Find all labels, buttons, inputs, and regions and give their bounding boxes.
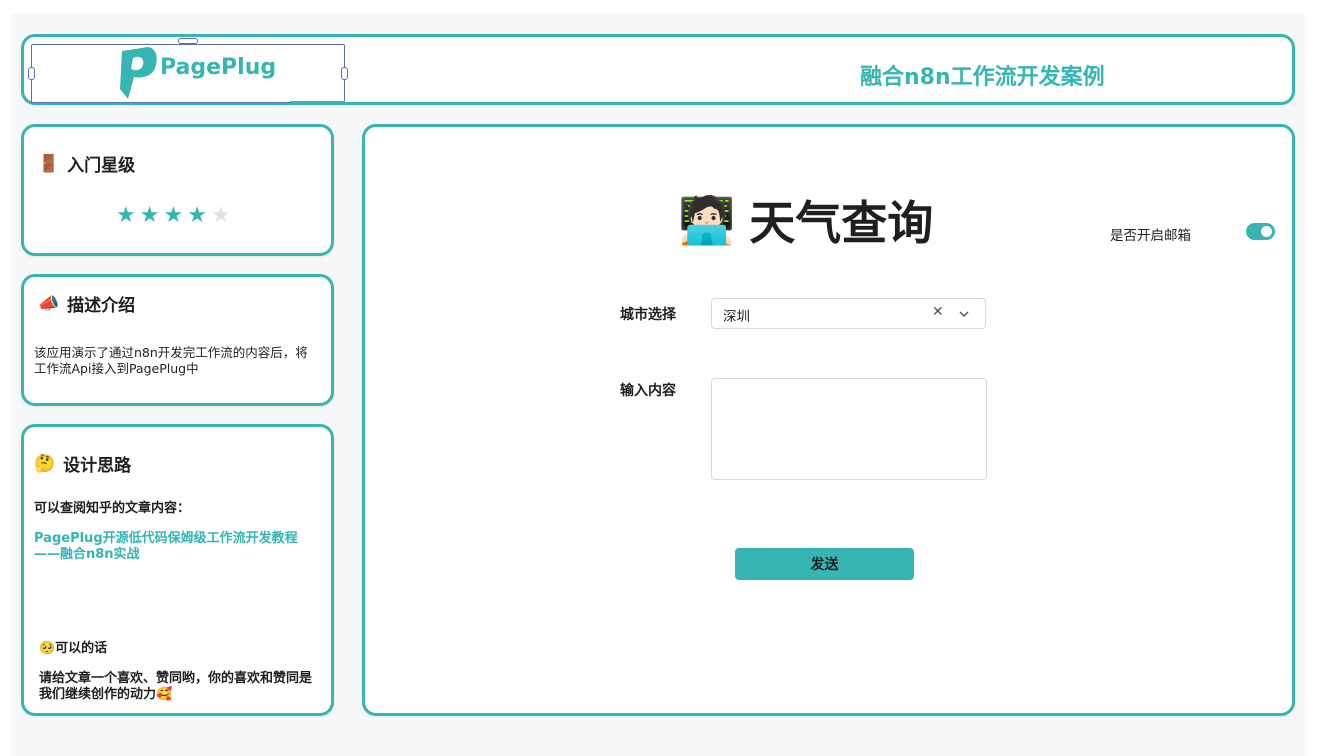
description-card: 📣 描述介绍 该应用演示了通过n8n开发完工作流的内容后，将工作流Api接入到P… bbox=[21, 274, 334, 406]
logo-underline bbox=[290, 101, 345, 103]
door-icon: 🚪 bbox=[38, 153, 60, 174]
design-title-text: 设计思路 bbox=[63, 456, 132, 476]
star-icon[interactable]: ★ bbox=[116, 205, 136, 227]
article-link[interactable]: PagePlug开源低代码保姆级工作流开发教程——融合n8n实战 bbox=[34, 531, 309, 563]
city-select-label: 城市选择 bbox=[620, 307, 676, 323]
logo-widget[interactable]: PagePlug bbox=[28, 38, 348, 103]
clear-icon[interactable]: ✕ bbox=[932, 304, 944, 320]
content-input-label: 输入内容 bbox=[620, 383, 676, 399]
send-button[interactable]: 发送 bbox=[735, 548, 914, 580]
design-ask: 🥺可以的话 bbox=[39, 641, 108, 656]
difficulty-title: 🚪 入门星级 bbox=[38, 151, 136, 177]
star-icon[interactable]: ★ bbox=[211, 205, 231, 227]
page-title-text: 天气查询 bbox=[749, 196, 934, 250]
resize-handle-top[interactable] bbox=[178, 38, 198, 44]
page-title: 🧑🏻‍💻 天气查询 bbox=[678, 187, 933, 253]
email-toggle[interactable] bbox=[1246, 223, 1275, 240]
pageplug-logo-icon bbox=[120, 47, 157, 99]
weather-form-card: 🧑🏻‍💻 天气查询 是否开启邮箱 城市选择 深圳 ✕ 输入内容 发送 bbox=[362, 124, 1295, 716]
difficulty-card: 🚪 入门星级 ★ ★ ★ ★ ★ bbox=[21, 124, 334, 256]
design-card: 🤔 设计思路 可以查阅知乎的文章内容： PagePlug开源低代码保姆级工作流开… bbox=[21, 424, 334, 716]
logo-text: PagePlug bbox=[160, 55, 277, 80]
megaphone-icon: 📣 bbox=[38, 293, 60, 314]
app-canvas: PagePlug 融合n8n工作流开发案例 🚪 入门星级 ★ ★ ★ ★ ★ 📣 描述介… bbox=[11, 14, 1305, 756]
resize-handle-right[interactable] bbox=[341, 67, 348, 80]
thinking-face-icon: 🤔 bbox=[34, 453, 56, 474]
resize-handle-left[interactable] bbox=[28, 67, 35, 80]
design-title: 🤔 设计思路 bbox=[34, 451, 132, 477]
star-rating[interactable]: ★ ★ ★ ★ ★ bbox=[116, 205, 231, 227]
city-select[interactable]: 深圳 ✕ bbox=[711, 298, 986, 329]
city-select-value: 深圳 bbox=[723, 309, 750, 325]
content-textarea[interactable] bbox=[711, 378, 987, 480]
description-text: 该应用演示了通过n8n开发完工作流的内容后，将工作流Api接入到PagePlug… bbox=[34, 345, 308, 376]
star-icon[interactable]: ★ bbox=[187, 205, 207, 227]
description-title-text: 描述介绍 bbox=[67, 296, 136, 316]
technologist-icon: 🧑🏻‍💻 bbox=[678, 192, 736, 247]
header-container: PagePlug 融合n8n工作流开发案例 bbox=[21, 34, 1295, 105]
star-icon[interactable]: ★ bbox=[140, 205, 160, 227]
chevron-down-icon[interactable] bbox=[958, 308, 970, 320]
difficulty-title-text: 入门星级 bbox=[67, 156, 136, 176]
toggle-knob bbox=[1261, 226, 1272, 237]
header-title: 融合n8n工作流开发案例 bbox=[860, 65, 1105, 90]
star-icon[interactable]: ★ bbox=[163, 205, 183, 227]
design-thanks: 请给文章一个喜欢、赞同哟，你的喜欢和赞同是我们继续创作的动力🥰 bbox=[39, 671, 313, 702]
description-title: 📣 描述介绍 bbox=[38, 291, 136, 317]
email-toggle-label: 是否开启邮箱 bbox=[1110, 228, 1191, 244]
design-intro: 可以查阅知乎的文章内容： bbox=[34, 501, 191, 516]
